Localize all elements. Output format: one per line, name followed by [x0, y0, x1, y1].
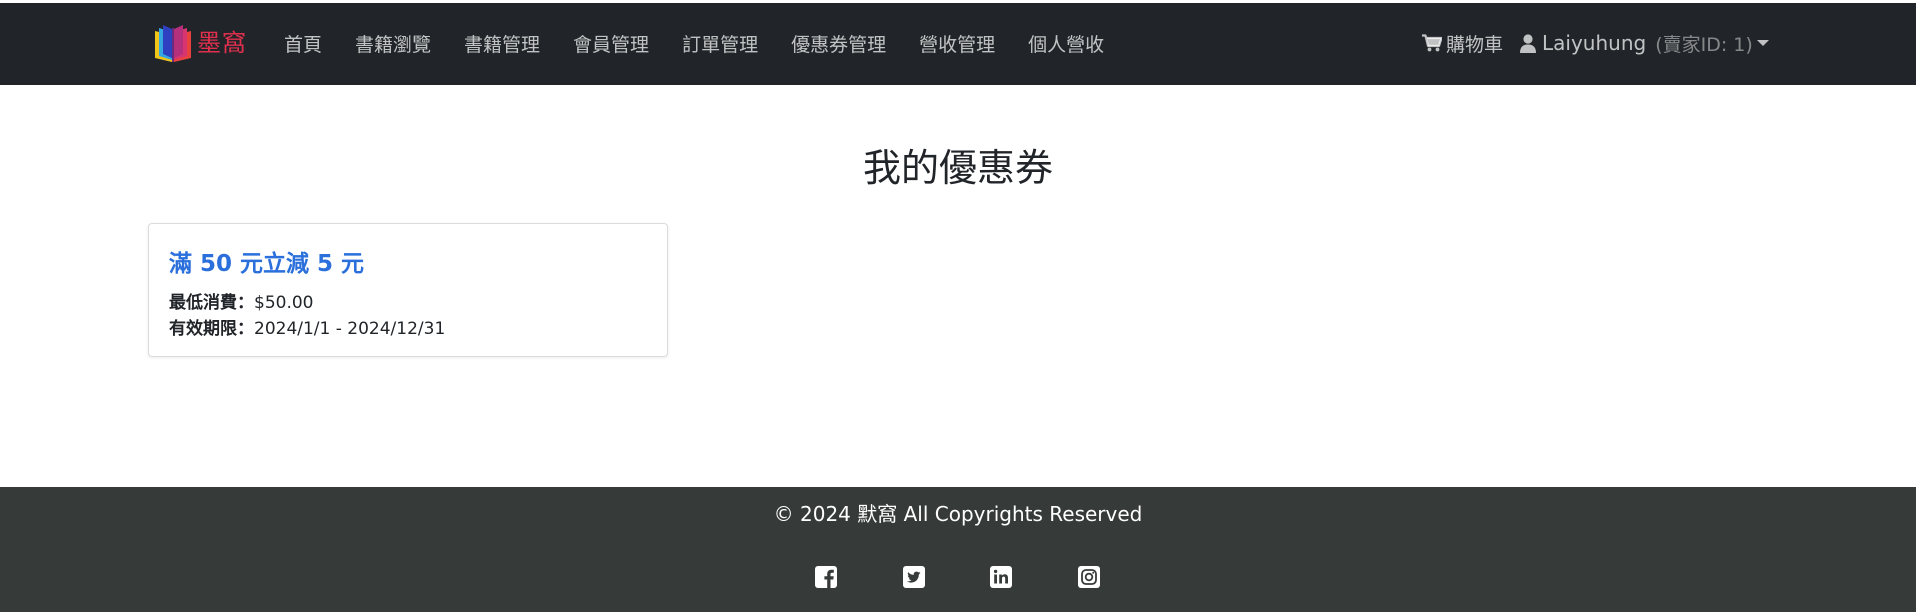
nav-item-browse-books[interactable]: 書籍瀏覽: [355, 30, 431, 57]
instagram-icon: [1078, 566, 1100, 588]
coupon-card: 滿 50 元立減 5 元 最低消費：$50.00 有效期限：2024/1/1 -…: [148, 223, 668, 357]
twitter-icon: [903, 566, 925, 588]
linkedin-link[interactable]: [990, 566, 1012, 588]
navbar: 墨窩 首頁 書籍瀏覽 書籍管理 會員管理 訂單管理 優惠券管理 營收管理 個人營…: [0, 0, 1916, 85]
username: Laiyuhung: [1542, 31, 1647, 55]
user-dropdown-toggle[interactable]: Laiyuhung (賣家ID: 1): [1520, 30, 1769, 57]
cart-link[interactable]: 購物車: [1422, 30, 1503, 57]
coupon-validity: 有效期限：2024/1/1 - 2024/12/31: [169, 314, 445, 339]
twitter-link[interactable]: [903, 566, 925, 588]
coupon-title: 滿 50 元立減 5 元: [169, 251, 365, 277]
coupon-min-spend: 最低消費：$50.00: [169, 288, 313, 313]
facebook-icon: [815, 566, 837, 588]
nav-item-order-management[interactable]: 訂單管理: [682, 30, 758, 57]
nav-item-book-management[interactable]: 書籍管理: [464, 30, 540, 57]
min-spend-label: 最低消費：: [169, 293, 254, 313]
brand-name: 墨窩: [197, 29, 247, 57]
linkedin-icon: [990, 566, 1012, 588]
brand-link[interactable]: 墨窩: [152, 22, 247, 64]
cart-label: 購物車: [1446, 33, 1504, 56]
main-nav: 首頁 書籍瀏覽 書籍管理 會員管理 訂單管理 優惠券管理 營收管理 個人營收: [284, 24, 1104, 62]
book-logo-icon: [155, 25, 191, 62]
nav-item-member-management[interactable]: 會員管理: [573, 30, 649, 57]
chevron-down-icon: [1756, 40, 1769, 46]
seller-id: (賣家ID: 1): [1655, 33, 1753, 56]
validity-value: 2024/1/1 - 2024/12/31: [254, 319, 446, 339]
copyright-text: © 2024 默窩 All Copyrights Reserved: [773, 502, 1143, 526]
top-border: [0, 0, 1916, 3]
nav-item-revenue-management[interactable]: 營收管理: [919, 30, 995, 57]
min-spend-value: $50.00: [254, 293, 314, 313]
page-title: 我的優惠券: [862, 146, 1053, 190]
nav-item-coupon-management[interactable]: 優惠券管理: [791, 30, 886, 57]
user-nav: 購物車 Laiyuhung (賣家ID: 1): [1422, 24, 1769, 62]
footer: © 2024 默窩 All Copyrights Reserved: [0, 487, 1916, 612]
facebook-link[interactable]: [815, 566, 837, 588]
instagram-link[interactable]: [1078, 566, 1100, 588]
user-icon: [1520, 33, 1537, 53]
cart-icon: [1422, 34, 1442, 52]
nav-item-home[interactable]: 首頁: [284, 30, 322, 57]
validity-label: 有效期限：: [169, 319, 254, 339]
nav-item-personal-revenue[interactable]: 個人營收: [1028, 30, 1104, 57]
